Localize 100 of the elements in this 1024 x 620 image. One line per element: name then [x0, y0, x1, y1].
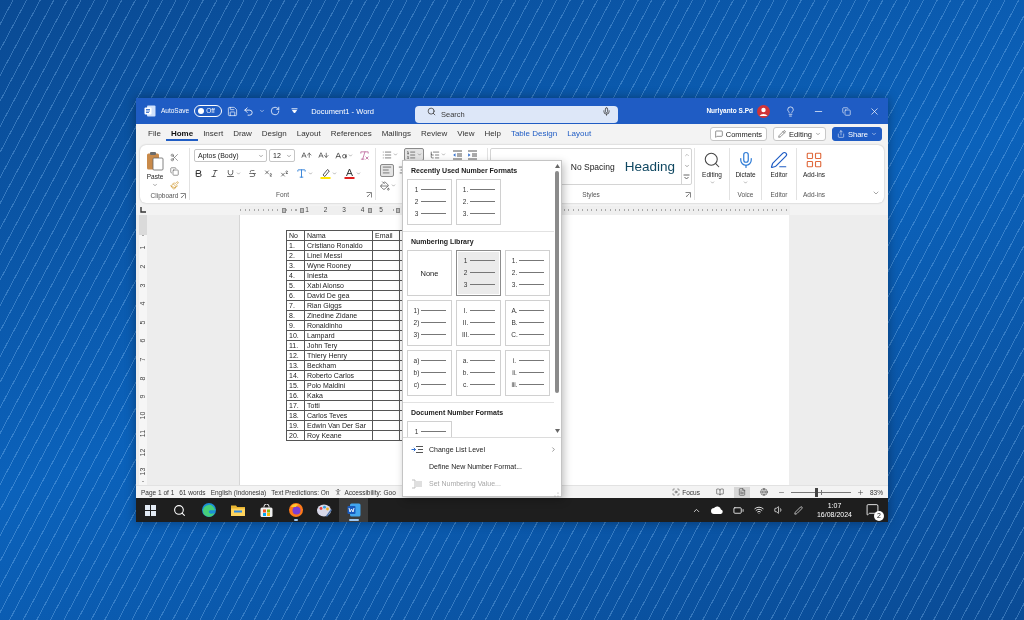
scroll-up-icon[interactable]: [554, 164, 560, 168]
multilevel-list-icon: [430, 149, 440, 160]
pen-icon: [770, 151, 788, 169]
ribbon-tab[interactable]: Review: [416, 127, 453, 141]
strikethrough-icon[interactable]: [248, 169, 257, 178]
scroll-down-icon[interactable]: [554, 429, 560, 433]
zoom-slider-thumb[interactable]: [814, 487, 818, 497]
dialog-launcher-icon[interactable]: [180, 192, 186, 199]
superscript-icon[interactable]: [280, 169, 289, 178]
accessibility-icon: [334, 488, 343, 496]
grow-font-icon[interactable]: [301, 150, 312, 161]
dialog-launcher-icon[interactable]: [366, 191, 372, 198]
table-cell: [372, 250, 400, 261]
style-option[interactable]: Heading: [624, 159, 675, 174]
decrease-indent-icon[interactable]: [452, 149, 463, 160]
ribbon-tab[interactable]: References: [325, 127, 377, 141]
table-cell: [372, 300, 400, 311]
table-cell: [372, 330, 400, 341]
ribbon-tab[interactable]: Table Design: [505, 127, 563, 141]
restore-icon: [841, 106, 851, 116]
shrink-font-icon[interactable]: [318, 150, 329, 161]
subscript-icon[interactable]: [264, 169, 273, 178]
wifi-icon[interactable]: [753, 505, 764, 515]
taskbar-app-button[interactable]: [339, 498, 368, 522]
align-left-button[interactable]: [380, 163, 394, 177]
zoom-slider[interactable]: [791, 487, 851, 497]
ribbon-tab[interactable]: Insert: [198, 127, 229, 141]
text-effects-icon[interactable]: [296, 168, 307, 179]
ribbon-tab[interactable]: Design: [256, 127, 292, 141]
ribbon-tab[interactable]: View: [452, 127, 480, 141]
book-icon: [716, 488, 724, 496]
multilevel-list-button[interactable]: [428, 148, 448, 161]
gallery-more-icon[interactable]: [683, 174, 690, 182]
dialog-launcher-icon[interactable]: [685, 191, 691, 198]
caret-icon: [393, 152, 398, 157]
list-icon: [411, 478, 423, 489]
caret-icon: [871, 131, 877, 137]
comment-icon: [714, 130, 723, 138]
caret-icon: [348, 153, 353, 158]
collapse-ribbon-icon[interactable]: [872, 189, 880, 197]
tab-selector-icon[interactable]: [140, 207, 146, 213]
orb-icon: [288, 503, 303, 517]
caret-icon: [417, 152, 422, 157]
ribbon-tab[interactable]: Home: [165, 127, 199, 141]
speaker-icon[interactable]: [773, 505, 784, 515]
highlighter-icon[interactable]: [320, 168, 331, 179]
copy-icon[interactable]: [170, 167, 179, 176]
bullet-list-icon: [382, 149, 392, 160]
column-marker-icon[interactable]: [282, 207, 286, 213]
bold-icon[interactable]: [194, 169, 203, 178]
search-icon: [703, 151, 721, 169]
page-icon: [738, 488, 746, 496]
italic-icon[interactable]: [210, 169, 219, 178]
column-marker-icon[interactable]: [396, 207, 400, 213]
paint-bucket-icon[interactable]: [380, 180, 390, 191]
globe-icon: [760, 488, 768, 496]
ribbon-tab[interactable]: File: [143, 127, 166, 141]
avatar-icon[interactable]: [757, 104, 770, 118]
style-option[interactable]: No Spacing: [570, 161, 615, 172]
column-marker-icon[interactable]: [368, 207, 372, 213]
scissors-icon[interactable]: [170, 153, 179, 162]
change-case-icon[interactable]: [335, 149, 347, 162]
table-cell: [372, 410, 400, 421]
ribbon-tab[interactable]: Layout: [291, 127, 326, 141]
lightbulb-icon: [784, 105, 796, 117]
print-layout-button[interactable]: [734, 486, 750, 498]
zoom-in-icon[interactable]: [857, 488, 864, 496]
table-cell: [372, 380, 400, 391]
save-icon[interactable]: [227, 105, 239, 117]
column-marker-icon[interactable]: [300, 207, 304, 213]
pen-icon[interactable]: [793, 505, 803, 515]
caret-icon: [332, 171, 337, 176]
table-cell: [372, 320, 400, 331]
underline-icon[interactable]: [226, 169, 235, 178]
font-color-icon[interactable]: [344, 168, 355, 179]
ribbon-tab[interactable]: Layout: [562, 127, 597, 141]
ribbon-tab[interactable]: Draw: [228, 127, 257, 141]
scrollbar-thumb[interactable]: [555, 171, 559, 393]
ribbon-tab[interactable]: Mailings: [376, 127, 416, 141]
caret-icon: [709, 180, 715, 185]
table-cell: [372, 390, 400, 401]
caret-icon: [236, 171, 241, 176]
bullets-button[interactable]: [380, 148, 400, 161]
caret-icon: [391, 183, 396, 188]
battery-icon[interactable]: [732, 504, 744, 516]
ribbon-tab[interactable]: Help: [479, 127, 506, 141]
redo-icon[interactable]: [270, 106, 281, 116]
table-cell: [372, 280, 400, 291]
cloud-icon[interactable]: [710, 506, 723, 514]
microphone-icon[interactable]: [602, 106, 611, 116]
focus-icon: [672, 488, 681, 496]
increase-indent-icon[interactable]: [467, 149, 478, 160]
brush-icon[interactable]: [170, 181, 179, 190]
caret-icon: [441, 152, 446, 157]
customize-icon[interactable]: [291, 108, 299, 114]
undo-icon[interactable]: [243, 105, 255, 117]
grid-icon: [805, 151, 823, 169]
palette-icon: [317, 503, 332, 517]
table-cell: [372, 270, 400, 281]
clear-formatting-icon[interactable]: [359, 150, 370, 161]
